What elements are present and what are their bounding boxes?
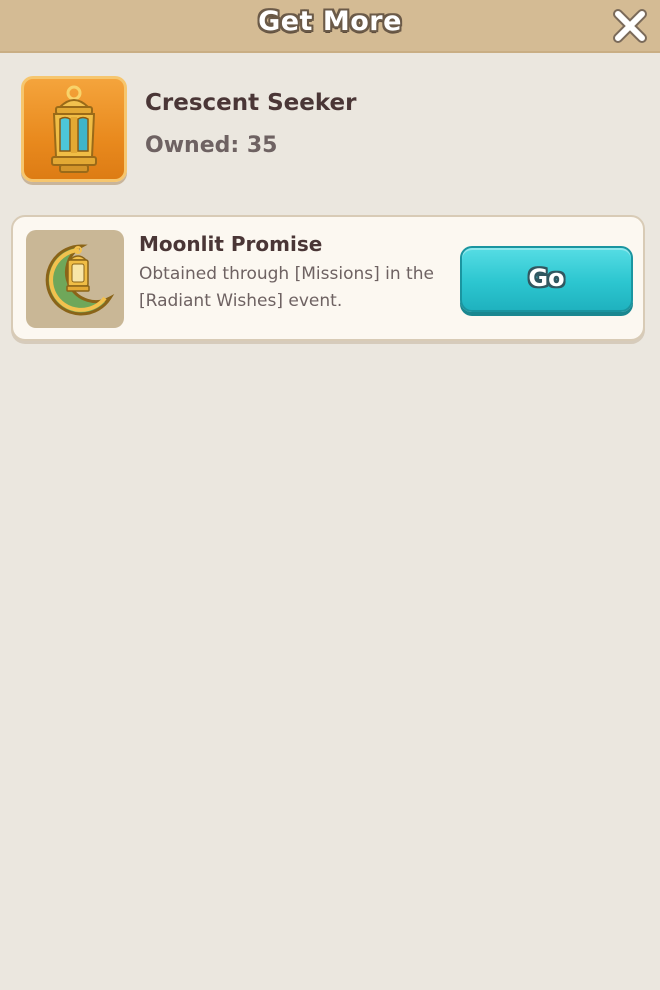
popup-header: Get More xyxy=(0,0,660,53)
close-icon xyxy=(613,9,647,43)
item-icon-frame xyxy=(21,76,127,182)
go-button-label: Go xyxy=(528,264,565,292)
popup-title: Get More xyxy=(258,6,402,37)
source-icon-frame xyxy=(26,230,124,328)
source-description: Obtained through [Missions] in the [Radi… xyxy=(139,264,434,311)
source-title: Moonlit Promise xyxy=(139,232,323,256)
lantern-icon xyxy=(51,85,97,173)
item-summary: Crescent Seeker Owned: 35 xyxy=(21,76,621,184)
item-owned-count: Owned: 35 xyxy=(145,133,278,158)
go-button[interactable]: Go xyxy=(460,246,633,312)
crescent-lantern-icon xyxy=(45,244,115,316)
source-card: Moonlit Promise Obtained through [Missio… xyxy=(11,215,645,341)
close-button[interactable] xyxy=(610,6,650,46)
item-name: Crescent Seeker xyxy=(145,90,357,116)
